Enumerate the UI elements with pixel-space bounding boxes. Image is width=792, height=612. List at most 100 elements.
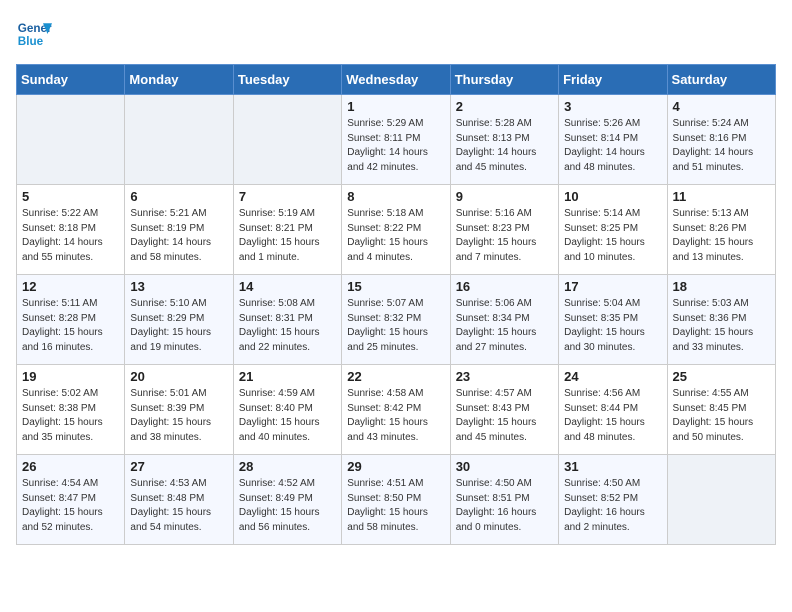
weekday-header-wednesday: Wednesday bbox=[342, 65, 450, 95]
day-info: Sunrise: 5:16 AM Sunset: 8:23 PM Dayligh… bbox=[456, 207, 553, 265]
calendar-cell: 16 Sunrise: 5:06 AM Sunset: 8:34 PM Dayli… bbox=[450, 275, 558, 365]
day-info: Sunrise: 4:50 AM Sunset: 8:51 PM Dayligh… bbox=[456, 477, 553, 535]
logo-icon: General Blue bbox=[16, 16, 52, 52]
calendar-cell: 3 Sunrise: 5:26 AM Sunset: 8:14 PM Daylig… bbox=[559, 95, 667, 185]
day-info: Sunrise: 5:14 AM Sunset: 8:25 PM Dayligh… bbox=[564, 207, 661, 265]
day-number: 3 bbox=[564, 99, 661, 114]
day-number: 9 bbox=[456, 189, 553, 204]
calendar-cell: 10Sunrise: 5:14 AM Sunset: 8:25 PM Dayli… bbox=[559, 185, 667, 275]
calendar-cell bbox=[233, 95, 341, 185]
day-number: 13 bbox=[130, 279, 227, 294]
day-info: Sunrise: 5:11 AM Sunset: 8:28 PM Dayligh… bbox=[22, 297, 119, 355]
calendar-table: SundayMondayTuesdayWednesdayThursdayFrid… bbox=[16, 64, 776, 545]
calendar-cell: 24 Sunrise: 4:56 AM Sunset: 8:44 PM Dayli… bbox=[559, 365, 667, 455]
day-number: 27 bbox=[130, 459, 227, 474]
calendar-cell: 5 Sunrise: 5:22 AM Sunset: 8:18 PM Daylig… bbox=[17, 185, 125, 275]
day-info: Sunrise: 5:26 AM Sunset: 8:14 PM Dayligh… bbox=[564, 117, 661, 175]
weekday-header-tuesday: Tuesday bbox=[233, 65, 341, 95]
day-info: Sunrise: 5:28 AM Sunset: 8:13 PM Dayligh… bbox=[456, 117, 553, 175]
svg-text:Blue: Blue bbox=[18, 35, 44, 48]
day-info: Sunrise: 4:58 AM Sunset: 8:42 PM Dayligh… bbox=[347, 387, 444, 445]
day-info: Sunrise: 5:01 AM Sunset: 8:39 PM Dayligh… bbox=[130, 387, 227, 445]
day-info: Sunrise: 5:24 AM Sunset: 8:16 PM Dayligh… bbox=[673, 117, 770, 175]
day-info: Sunrise: 4:53 AM Sunset: 8:48 PM Dayligh… bbox=[130, 477, 227, 535]
day-info: Sunrise: 5:04 AM Sunset: 8:35 PM Dayligh… bbox=[564, 297, 661, 355]
calendar-cell: 31 Sunrise: 4:50 AM Sunset: 8:52 PM Dayli… bbox=[559, 455, 667, 545]
calendar-cell: 18 Sunrise: 5:03 AM Sunset: 8:36 PM Dayli… bbox=[667, 275, 775, 365]
day-info: Sunrise: 5:06 AM Sunset: 8:34 PM Dayligh… bbox=[456, 297, 553, 355]
logo: General Blue bbox=[16, 16, 52, 52]
day-info: Sunrise: 5:03 AM Sunset: 8:36 PM Dayligh… bbox=[673, 297, 770, 355]
calendar-week-row: 26 Sunrise: 4:54 AM Sunset: 8:47 PM Dayli… bbox=[17, 455, 776, 545]
calendar-cell: 11Sunrise: 5:13 AM Sunset: 8:26 PM Dayli… bbox=[667, 185, 775, 275]
day-info: Sunrise: 4:50 AM Sunset: 8:52 PM Dayligh… bbox=[564, 477, 661, 535]
day-info: Sunrise: 5:10 AM Sunset: 8:29 PM Dayligh… bbox=[130, 297, 227, 355]
calendar-cell: 27 Sunrise: 4:53 AM Sunset: 8:48 PM Dayli… bbox=[125, 455, 233, 545]
day-number: 7 bbox=[239, 189, 336, 204]
day-info: Sunrise: 5:18 AM Sunset: 8:22 PM Dayligh… bbox=[347, 207, 444, 265]
calendar-cell: 8 Sunrise: 5:18 AM Sunset: 8:22 PM Daylig… bbox=[342, 185, 450, 275]
calendar-cell: 1 Sunrise: 5:29 AM Sunset: 8:11 PM Daylig… bbox=[342, 95, 450, 185]
calendar-cell: 29 Sunrise: 4:51 AM Sunset: 8:50 PM Dayli… bbox=[342, 455, 450, 545]
day-number: 5 bbox=[22, 189, 119, 204]
day-info: Sunrise: 5:29 AM Sunset: 8:11 PM Dayligh… bbox=[347, 117, 444, 175]
calendar-cell: 15 Sunrise: 5:07 AM Sunset: 8:32 PM Dayli… bbox=[342, 275, 450, 365]
calendar-cell bbox=[125, 95, 233, 185]
day-number: 29 bbox=[347, 459, 444, 474]
day-number: 25 bbox=[673, 369, 770, 384]
calendar-cell: 14Sunrise: 5:08 AM Sunset: 8:31 PM Dayli… bbox=[233, 275, 341, 365]
day-number: 17 bbox=[564, 279, 661, 294]
day-info: Sunrise: 5:07 AM Sunset: 8:32 PM Dayligh… bbox=[347, 297, 444, 355]
calendar-cell bbox=[17, 95, 125, 185]
day-number: 26 bbox=[22, 459, 119, 474]
calendar-cell: 20Sunrise: 5:01 AM Sunset: 8:39 PM Dayli… bbox=[125, 365, 233, 455]
calendar-week-row: 19 Sunrise: 5:02 AM Sunset: 8:38 PM Dayli… bbox=[17, 365, 776, 455]
day-number: 15 bbox=[347, 279, 444, 294]
calendar-cell: 13 Sunrise: 5:10 AM Sunset: 8:29 PM Dayli… bbox=[125, 275, 233, 365]
calendar-cell: 4 Sunrise: 5:24 AM Sunset: 8:16 PM Daylig… bbox=[667, 95, 775, 185]
weekday-header-thursday: Thursday bbox=[450, 65, 558, 95]
calendar-cell: 2 Sunrise: 5:28 AM Sunset: 8:13 PM Daylig… bbox=[450, 95, 558, 185]
day-number: 2 bbox=[456, 99, 553, 114]
calendar-cell: 30 Sunrise: 4:50 AM Sunset: 8:51 PM Dayli… bbox=[450, 455, 558, 545]
page-header: General Blue bbox=[16, 16, 776, 52]
calendar-cell: 9 Sunrise: 5:16 AM Sunset: 8:23 PM Daylig… bbox=[450, 185, 558, 275]
day-number: 18 bbox=[673, 279, 770, 294]
calendar-cell: 17 Sunrise: 5:04 AM Sunset: 8:35 PM Dayli… bbox=[559, 275, 667, 365]
day-number: 1 bbox=[347, 99, 444, 114]
day-info: Sunrise: 4:55 AM Sunset: 8:45 PM Dayligh… bbox=[673, 387, 770, 445]
day-number: 30 bbox=[456, 459, 553, 474]
weekday-header-monday: Monday bbox=[125, 65, 233, 95]
day-number: 12 bbox=[22, 279, 119, 294]
day-info: Sunrise: 5:02 AM Sunset: 8:38 PM Dayligh… bbox=[22, 387, 119, 445]
calendar-cell: 22 Sunrise: 4:58 AM Sunset: 8:42 PM Dayli… bbox=[342, 365, 450, 455]
day-number: 16 bbox=[456, 279, 553, 294]
calendar-cell: 19 Sunrise: 5:02 AM Sunset: 8:38 PM Dayli… bbox=[17, 365, 125, 455]
calendar-week-row: 12 Sunrise: 5:11 AM Sunset: 8:28 PM Dayli… bbox=[17, 275, 776, 365]
weekday-header-sunday: Sunday bbox=[17, 65, 125, 95]
calendar-week-row: 5 Sunrise: 5:22 AM Sunset: 8:18 PM Daylig… bbox=[17, 185, 776, 275]
calendar-cell: 23Sunrise: 4:57 AM Sunset: 8:43 PM Dayli… bbox=[450, 365, 558, 455]
calendar-cell: 26 Sunrise: 4:54 AM Sunset: 8:47 PM Dayli… bbox=[17, 455, 125, 545]
day-info: Sunrise: 4:54 AM Sunset: 8:47 PM Dayligh… bbox=[22, 477, 119, 535]
calendar-week-row: 1 Sunrise: 5:29 AM Sunset: 8:11 PM Daylig… bbox=[17, 95, 776, 185]
day-number: 24 bbox=[564, 369, 661, 384]
day-number: 19 bbox=[22, 369, 119, 384]
day-info: Sunrise: 4:52 AM Sunset: 8:49 PM Dayligh… bbox=[239, 477, 336, 535]
day-info: Sunrise: 4:51 AM Sunset: 8:50 PM Dayligh… bbox=[347, 477, 444, 535]
day-number: 31 bbox=[564, 459, 661, 474]
day-info: Sunrise: 5:22 AM Sunset: 8:18 PM Dayligh… bbox=[22, 207, 119, 265]
day-number: 11 bbox=[673, 189, 770, 204]
calendar-cell bbox=[667, 455, 775, 545]
day-number: 6 bbox=[130, 189, 227, 204]
weekday-header-friday: Friday bbox=[559, 65, 667, 95]
day-info: Sunrise: 4:59 AM Sunset: 8:40 PM Dayligh… bbox=[239, 387, 336, 445]
day-number: 8 bbox=[347, 189, 444, 204]
day-number: 4 bbox=[673, 99, 770, 114]
day-info: Sunrise: 4:57 AM Sunset: 8:43 PM Dayligh… bbox=[456, 387, 553, 445]
day-number: 21 bbox=[239, 369, 336, 384]
day-number: 22 bbox=[347, 369, 444, 384]
day-info: Sunrise: 4:56 AM Sunset: 8:44 PM Dayligh… bbox=[564, 387, 661, 445]
day-number: 28 bbox=[239, 459, 336, 474]
calendar-cell: 21 Sunrise: 4:59 AM Sunset: 8:40 PM Dayli… bbox=[233, 365, 341, 455]
